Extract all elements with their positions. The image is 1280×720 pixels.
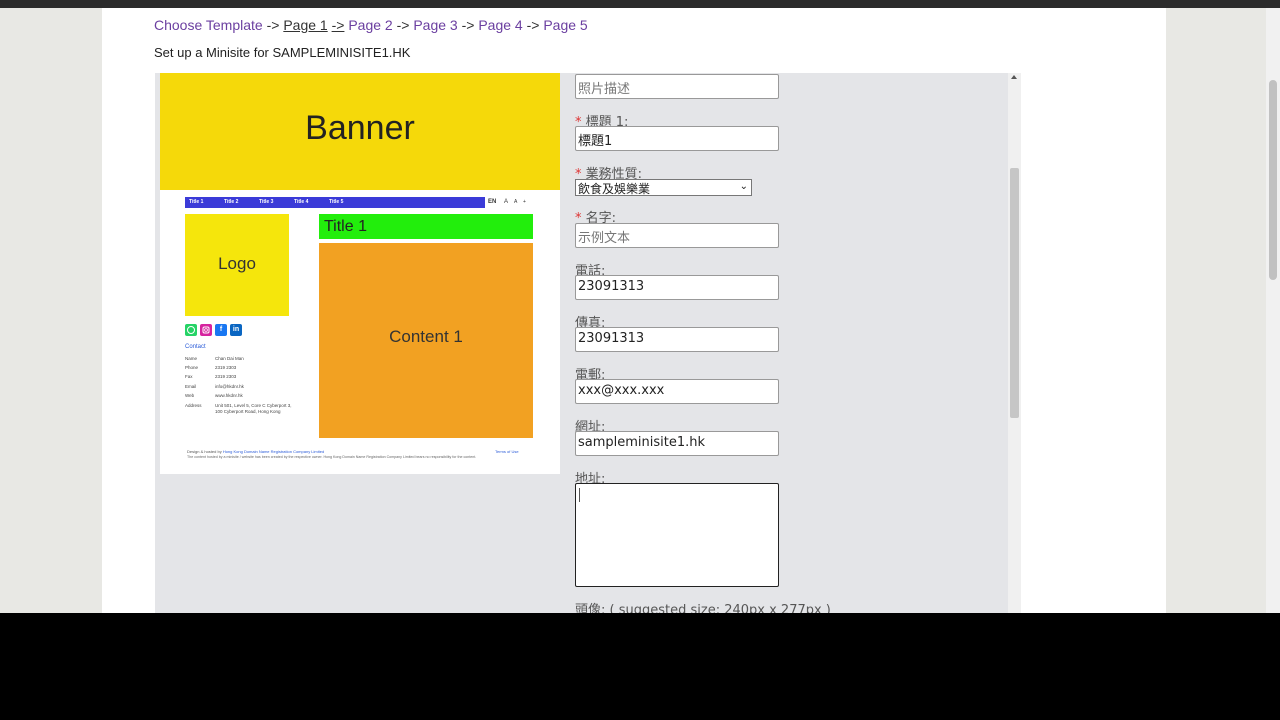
preview-language-select[interactable]: EN <box>488 199 496 205</box>
breadcrumb-page-1[interactable]: Page 1 <box>283 17 327 33</box>
preview-nav-item[interactable]: Title 2 <box>224 199 238 205</box>
banner-label: Banner <box>305 109 415 147</box>
footer-prefix: Design & hosted by <box>187 449 222 454</box>
breadcrumb-page-2[interactable]: Page 2 <box>348 17 392 33</box>
editor-scrollbar-thumb[interactable] <box>1010 168 1019 418</box>
contact-value: 2319 2303 <box>215 365 237 370</box>
preview-title-bar[interactable]: Title 1 <box>319 214 533 239</box>
breadcrumb-separator: -> <box>526 17 540 33</box>
name-input[interactable]: 示例文本 <box>575 223 779 248</box>
business-nature-value: 飲食及娛樂業 <box>578 182 651 196</box>
whatsapp-icon[interactable] <box>185 324 197 336</box>
breadcrumb-separator: -> <box>266 17 280 33</box>
breadcrumb-separator: -> <box>331 17 345 33</box>
preview-footer-credit: Design & hosted by Hong Kong Domain Name… <box>187 449 324 454</box>
title-1-input[interactable]: 標題1 <box>575 126 779 151</box>
letterbox-bottom <box>0 613 1280 720</box>
window-scrollbar-thumb[interactable] <box>1269 80 1277 280</box>
preview-banner[interactable]: Banner <box>160 73 560 190</box>
avatar-label: 頭像: ( suggested size: 240px x 277px ) <box>575 603 831 613</box>
breadcrumb-choose-template[interactable]: Choose Template <box>154 17 263 33</box>
instagram-icon[interactable] <box>200 324 212 336</box>
preview-font-size-small[interactable]: A <box>504 199 508 205</box>
preview-nav-item[interactable]: Title 4 <box>294 199 308 205</box>
chevron-down-icon: ⌄ <box>739 181 748 192</box>
preview-nav-item[interactable]: Title 3 <box>259 199 273 205</box>
facebook-icon[interactable]: f <box>215 324 227 336</box>
breadcrumb: Choose Template -> Page 1 -> Page 2 -> P… <box>154 17 588 33</box>
contact-key: Web <box>185 393 195 398</box>
page-subtitle: Set up a Minisite for SAMPLEMINISITE1.HK <box>154 45 411 60</box>
breadcrumb-page-5[interactable]: Page 5 <box>543 17 587 33</box>
contact-value: www.hkdnr.hk <box>215 393 243 398</box>
breadcrumb-page-4[interactable]: Page 4 <box>478 17 522 33</box>
preview-font-size-mid[interactable]: A <box>514 199 517 205</box>
browser-top-bar <box>0 0 1280 8</box>
contact-key: Email <box>185 384 197 389</box>
editor-scrollbar[interactable] <box>1008 73 1021 613</box>
contact-value: Chan Dai Man <box>215 356 244 361</box>
preview-font-size-big[interactable]: + <box>523 199 526 205</box>
footer-terms-link[interactable]: Terms of Use <box>495 449 519 454</box>
scroll-up-icon[interactable] <box>1011 75 1017 79</box>
breadcrumb-separator: -> <box>461 17 475 33</box>
contact-key: Phone <box>185 365 199 370</box>
title-1-label: Title 1 <box>324 218 367 235</box>
contact-value: 2319 2303 <box>215 374 237 379</box>
editor-panel: Banner Title 1 Title 2 Title 3 Title 4 T… <box>155 73 1021 613</box>
preview-logo[interactable]: Logo <box>185 214 289 316</box>
footer-company-link[interactable]: Hong Kong Domain Name Registration Compa… <box>223 449 324 454</box>
contact-key: Fax <box>185 374 193 379</box>
linkedin-icon[interactable]: in <box>230 324 242 336</box>
window-scrollbar[interactable] <box>1266 8 1280 613</box>
email-input[interactable]: xxx@xxx.xxx <box>575 379 779 404</box>
text-cursor <box>579 488 580 502</box>
photo-description-input[interactable]: 照片描述 <box>575 74 779 99</box>
preview-nav-item[interactable]: Title 5 <box>329 199 343 205</box>
content-1-label: Content 1 <box>389 327 463 346</box>
contact-value: Unit 501, Level 5, Core C Cyberport 3, 1… <box>215 403 292 414</box>
breadcrumb-separator: -> <box>396 17 410 33</box>
preview-footer-disclaimer: The content hosted by a minisite / websi… <box>187 455 477 459</box>
contact-key: Address <box>185 403 202 408</box>
phone-input[interactable]: 23091313 <box>575 275 779 300</box>
contact-value: info@hkdnr.hk <box>215 384 244 389</box>
business-nature-select[interactable]: 飲食及娛樂業 ⌄ <box>575 179 752 196</box>
preview-nav-item[interactable]: Title 1 <box>189 199 203 205</box>
preview-nav-bar: Title 1 Title 2 Title 3 Title 4 Title 5 <box>185 197 485 208</box>
browser-viewport: Choose Template -> Page 1 -> Page 2 -> P… <box>0 8 1280 613</box>
logo-label: Logo <box>218 254 256 273</box>
address-textarea[interactable] <box>575 483 779 587</box>
website-input[interactable]: sampleminisite1.hk <box>575 431 779 456</box>
fax-input[interactable]: 23091313 <box>575 327 779 352</box>
breadcrumb-page-3[interactable]: Page 3 <box>413 17 457 33</box>
template-preview: Banner Title 1 Title 2 Title 3 Title 4 T… <box>160 73 560 474</box>
contact-key: Name <box>185 356 198 361</box>
preview-contact-heading: Contact <box>185 344 206 350</box>
preview-content-1[interactable]: Content 1 <box>319 243 533 438</box>
page-container: Choose Template -> Page 1 -> Page 2 -> P… <box>102 8 1166 613</box>
